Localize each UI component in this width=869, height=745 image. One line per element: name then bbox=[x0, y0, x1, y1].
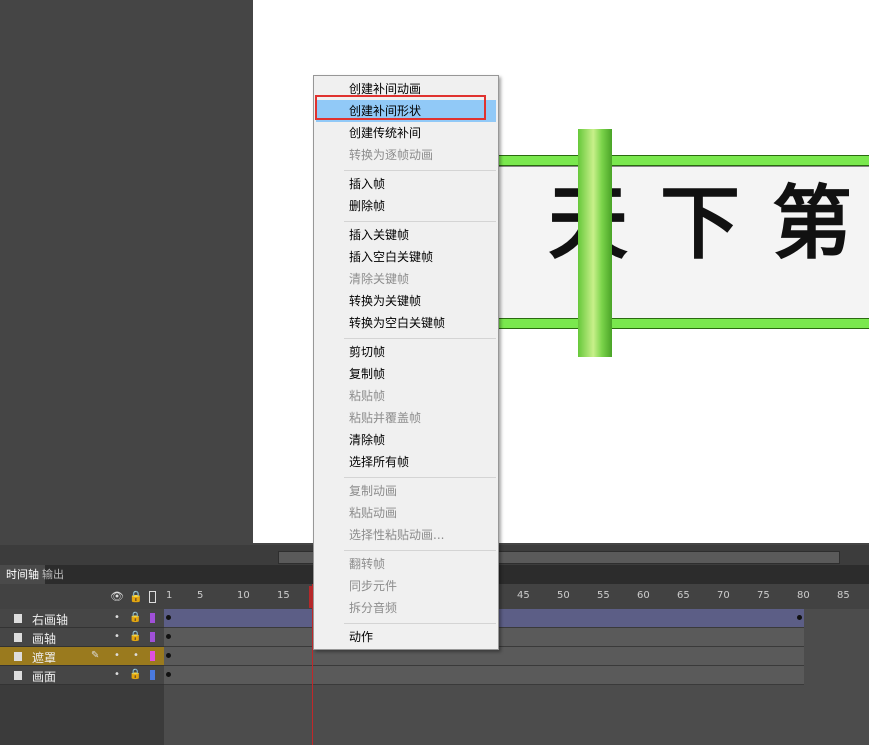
layer-list: 右画轴 • 🔒 画轴 • 🔒 遮罩 ✎ • • 画面 • 🔒 bbox=[0, 609, 164, 745]
tab-output[interactable]: 输出 bbox=[36, 565, 70, 584]
menu-item-convert-to-frame-by-frame[interactable]: 转换为逐帧动画 bbox=[316, 144, 496, 166]
menu-item-insert-frame[interactable]: 插入帧 bbox=[316, 173, 496, 195]
tick-label: 60 bbox=[637, 590, 650, 601]
layer-color-swatch[interactable] bbox=[150, 670, 155, 680]
menu-item-select-all-frames[interactable]: 选择所有帧 bbox=[316, 451, 496, 473]
menu-item-convert-to-keyframe[interactable]: 转换为关键帧 bbox=[316, 290, 496, 312]
layer-name: 遮罩 bbox=[32, 651, 57, 665]
outline-icon[interactable] bbox=[149, 591, 156, 603]
frame-row[interactable] bbox=[164, 666, 804, 685]
menu-item-insert-keyframe[interactable]: 插入关键帧 bbox=[316, 224, 496, 246]
tick-label: 45 bbox=[517, 590, 530, 601]
menu-item-clear-frames[interactable]: 清除帧 bbox=[316, 429, 496, 451]
menu-separator bbox=[344, 623, 496, 624]
lock-dot[interactable]: • bbox=[133, 650, 139, 661]
tick-label: 80 bbox=[797, 590, 810, 601]
lock-icon[interactable]: 🔒 bbox=[129, 631, 141, 642]
layer-color-swatch[interactable] bbox=[150, 613, 155, 623]
menu-separator bbox=[344, 338, 496, 339]
frame-ruler[interactable]: 1 5 10 15 45 50 55 60 65 70 75 80 85 bbox=[164, 584, 869, 609]
layer-icon bbox=[14, 633, 22, 642]
menu-separator bbox=[344, 221, 496, 222]
menu-item-split-audio[interactable]: 拆分音频 bbox=[316, 597, 496, 619]
glyph-xia: 下 bbox=[660, 176, 740, 270]
keyframe[interactable] bbox=[166, 653, 171, 658]
menu-item-insert-blank-keyframe[interactable]: 插入空白关键帧 bbox=[316, 246, 496, 268]
layer-icon bbox=[14, 614, 22, 623]
tick-label: 1 bbox=[166, 590, 173, 601]
layer-color-swatch[interactable] bbox=[150, 651, 155, 661]
layer-color-swatch[interactable] bbox=[150, 632, 155, 642]
menu-separator bbox=[344, 170, 496, 171]
layer-icon bbox=[14, 652, 22, 661]
lock-icon[interactable]: 🔒 bbox=[129, 590, 143, 603]
scroll-bottom-rail[interactable] bbox=[495, 318, 869, 329]
glyph-di: 第 bbox=[772, 176, 852, 270]
menu-item-delete-frame[interactable]: 删除帧 bbox=[316, 195, 496, 217]
tick-label: 5 bbox=[197, 590, 204, 601]
visibility-dot[interactable]: • bbox=[114, 650, 120, 661]
layer-name: 画面 bbox=[32, 670, 57, 684]
menu-item-paste-motion-special[interactable]: 选择性粘贴动画... bbox=[316, 524, 496, 546]
menu-item-synchronize-symbols[interactable]: 同步元件 bbox=[316, 575, 496, 597]
visibility-dot[interactable]: • bbox=[114, 612, 120, 623]
layer-row[interactable]: 右画轴 • 🔒 bbox=[0, 609, 164, 628]
scroll-top-rail[interactable] bbox=[495, 155, 869, 166]
pencil-icon: ✎ bbox=[91, 650, 100, 661]
layer-row[interactable]: 画面 • 🔒 bbox=[0, 666, 164, 685]
annotation-highlight-box bbox=[315, 95, 486, 120]
menu-item-paste-and-overwrite-frames[interactable]: 粘贴并覆盖帧 bbox=[316, 407, 496, 429]
frame-grid[interactable] bbox=[164, 609, 869, 745]
visibility-dot[interactable]: • bbox=[114, 631, 120, 642]
keyframe[interactable] bbox=[797, 615, 802, 620]
layer-row[interactable]: 画轴 • 🔒 bbox=[0, 628, 164, 647]
keyframe[interactable] bbox=[166, 672, 171, 677]
tick-label: 75 bbox=[757, 590, 770, 601]
visibility-dot[interactable]: • bbox=[114, 669, 120, 680]
tick-label: 85 bbox=[837, 590, 850, 601]
tick-label: 70 bbox=[717, 590, 730, 601]
keyframe[interactable] bbox=[166, 634, 171, 639]
layer-name: 画轴 bbox=[32, 632, 57, 646]
tick-label: 55 bbox=[597, 590, 610, 601]
menu-separator bbox=[344, 477, 496, 478]
menu-item-clear-keyframe[interactable]: 清除关键帧 bbox=[316, 268, 496, 290]
scroll-rod[interactable] bbox=[578, 129, 612, 357]
menu-item-actions[interactable]: 动作 bbox=[316, 626, 496, 648]
tick-label: 65 bbox=[677, 590, 690, 601]
menu-item-copy-motion[interactable]: 复制动画 bbox=[316, 480, 496, 502]
tick-label: 10 bbox=[237, 590, 250, 601]
tick-label: 50 bbox=[557, 590, 570, 601]
layer-icon bbox=[14, 671, 22, 680]
menu-item-paste-frames[interactable]: 粘贴帧 bbox=[316, 385, 496, 407]
layer-row-selected[interactable]: 遮罩 ✎ • • bbox=[0, 647, 164, 666]
menu-separator bbox=[344, 550, 496, 551]
menu-item-cut-frames[interactable]: 剪切帧 bbox=[316, 341, 496, 363]
eye-icon[interactable]: 👁 bbox=[110, 590, 124, 603]
lock-icon[interactable]: 🔒 bbox=[129, 612, 141, 623]
tick-label: 15 bbox=[277, 590, 290, 601]
keyframe[interactable] bbox=[166, 615, 171, 620]
context-menu: 创建补间动画 创建补间形状 创建传统补间 转换为逐帧动画 插入帧 删除帧 插入关… bbox=[313, 75, 499, 650]
layer-name: 右画轴 bbox=[32, 613, 69, 627]
menu-item-create-classic-tween[interactable]: 创建传统补间 bbox=[316, 122, 496, 144]
menu-item-convert-to-blank-keyframe[interactable]: 转换为空白关键帧 bbox=[316, 312, 496, 334]
menu-item-paste-motion[interactable]: 粘贴动画 bbox=[316, 502, 496, 524]
menu-item-reverse-frames[interactable]: 翻转帧 bbox=[316, 553, 496, 575]
menu-item-copy-frames[interactable]: 复制帧 bbox=[316, 363, 496, 385]
lock-icon[interactable]: 🔒 bbox=[129, 669, 141, 680]
